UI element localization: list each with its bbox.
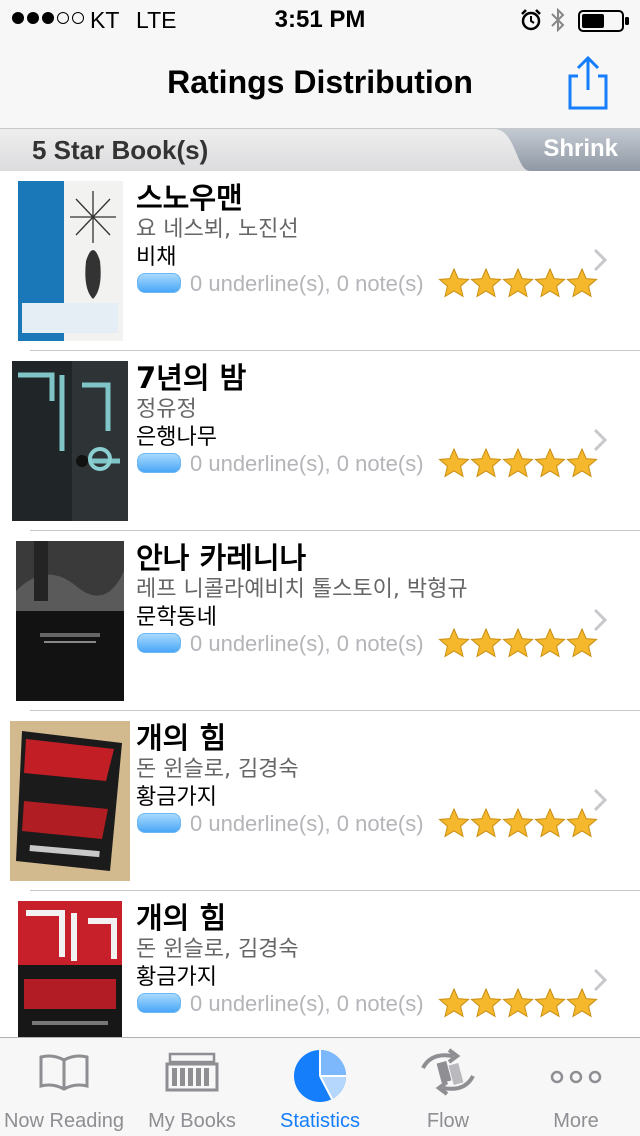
notes-badge	[137, 453, 181, 473]
star-icon	[534, 267, 566, 298]
book-publisher: 비채	[136, 245, 177, 270]
tab-flow[interactable]: Flow	[384, 1038, 512, 1136]
book-row[interactable]: 안나 카레니나 레프 니콜라예비치 톨스토이, 박형규 문학동네 0 under…	[0, 531, 640, 711]
star-icon	[438, 267, 470, 298]
star-icon	[438, 807, 470, 838]
chevron-right-icon	[593, 428, 608, 452]
star-rating	[438, 627, 598, 659]
book-cover-seven-years-night	[12, 361, 128, 521]
more-dots-icon	[550, 1070, 602, 1084]
shrink-button[interactable]: Shrink	[494, 129, 640, 171]
notes-badge	[137, 633, 181, 653]
notes-count: 0 underline(s), 0 note(s)	[190, 811, 424, 836]
star-icon	[470, 987, 502, 1018]
section-header: 5 Star Book(s) Shrink	[0, 129, 640, 171]
star-icon	[502, 447, 534, 478]
star-icon	[502, 267, 534, 298]
notes-count: 0 underline(s), 0 note(s)	[190, 451, 424, 476]
tab-more[interactable]: More	[512, 1038, 640, 1136]
notes-count: 0 underline(s), 0 note(s)	[190, 631, 424, 656]
pie-chart-icon	[294, 1050, 346, 1102]
section-title: 5 Star Book(s)	[32, 135, 209, 165]
open-book-icon	[39, 1054, 89, 1091]
star-icon	[470, 627, 502, 658]
book-publisher: 황금가지	[136, 785, 217, 810]
book-row[interactable]: 개의 힘 돈 윈슬로, 김경숙 황금가지 0 underline(s), 0 n…	[0, 891, 640, 1037]
flow-arrows-icon	[421, 1048, 475, 1096]
star-icon	[438, 627, 470, 658]
star-icon	[534, 807, 566, 838]
status-bar: KT LTE 3:51 PM	[0, 0, 640, 40]
star-icon	[438, 447, 470, 478]
star-icon	[438, 987, 470, 1018]
chevron-right-icon	[593, 968, 608, 992]
book-cover-power-of-the-dog	[10, 721, 130, 881]
tab-my-books[interactable]: My Books	[128, 1038, 256, 1136]
tab-label: Statistics	[279, 1110, 361, 1132]
tab-label: Flow	[426, 1110, 470, 1132]
alarm-icon	[521, 9, 541, 31]
tab-now-reading[interactable]: Now Reading	[0, 1038, 128, 1136]
star-icon	[502, 987, 534, 1018]
chevron-right-icon	[593, 248, 608, 272]
star-icon	[534, 627, 566, 658]
book-publisher: 은행나무	[136, 425, 217, 450]
star-icon	[534, 447, 566, 478]
book-cover-snowman: SNOWMAN	[18, 181, 123, 341]
screen: KT LTE 3:51 PM Ratings Distribution 5 St…	[0, 0, 640, 1136]
star-icon	[502, 627, 534, 658]
status-time: 3:51 PM	[274, 6, 366, 33]
notes-badge	[137, 813, 181, 833]
book-publisher: 황금가지	[136, 965, 217, 990]
book-row[interactable]: SNOWMAN 스노우맨 요 네스뵈, 노진선 비채 0 underline(s…	[0, 171, 640, 351]
shrink-label: Shrink	[543, 135, 618, 162]
share-icon	[568, 55, 608, 110]
star-rating	[438, 987, 598, 1019]
bluetooth-icon	[551, 7, 565, 33]
battery-icon	[578, 10, 629, 32]
chevron-right-icon	[593, 788, 608, 812]
share-button[interactable]	[564, 54, 612, 112]
book-cover-anna-karenina	[16, 541, 124, 701]
book-row[interactable]: 개의 힘 돈 윈슬로, 김경숙 황금가지 0 underline(s), 0 n…	[0, 711, 640, 891]
star-icon	[502, 807, 534, 838]
star-icon	[470, 267, 502, 298]
book-cover-power-of-the-dog	[18, 901, 122, 1037]
book-row[interactable]: 7년의 밤 정유정 은행나무 0 underline(s), 0 note(s)	[0, 351, 640, 531]
star-icon	[470, 807, 502, 838]
page-title: Ratings Distribution	[167, 64, 473, 100]
tab-label: My Books	[148, 1110, 236, 1132]
star-icon	[534, 987, 566, 1018]
chevron-right-icon	[593, 608, 608, 632]
book-publisher: 문학동네	[136, 605, 217, 630]
navigation-bar: Ratings Distribution	[0, 40, 640, 129]
notes-count: 0 underline(s), 0 note(s)	[190, 991, 424, 1016]
tab-label: Now Reading	[3, 1110, 125, 1132]
book-list: SNOWMAN 스노우맨 요 네스뵈, 노진선 비채 0 underline(s…	[0, 171, 640, 1037]
star-icon	[470, 447, 502, 478]
bookshelf-icon	[165, 1052, 219, 1092]
notes-badge	[137, 993, 181, 1013]
star-rating	[438, 267, 598, 299]
star-rating	[438, 807, 598, 839]
notes-count: 0 underline(s), 0 note(s)	[190, 271, 424, 296]
tab-bar: Now Reading My Books Statistics Flow Mor…	[0, 1037, 640, 1136]
notes-badge	[137, 273, 181, 293]
star-rating	[438, 447, 598, 479]
tab-statistics[interactable]: Statistics	[256, 1038, 384, 1136]
tab-label: More	[553, 1110, 599, 1132]
